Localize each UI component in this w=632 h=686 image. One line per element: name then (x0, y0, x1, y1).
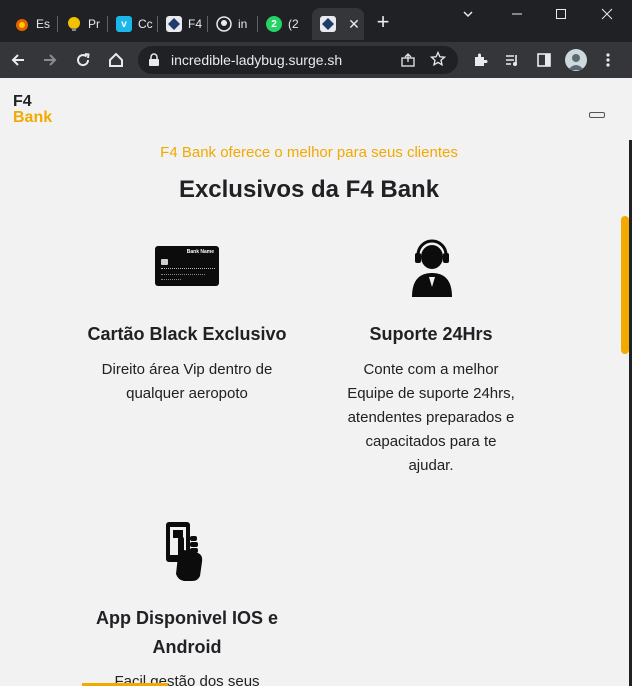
tab-whatsapp[interactable]: 2 (2 (258, 8, 310, 40)
back-arrow-icon[interactable] (6, 48, 30, 72)
feature-title: App Disponivel IOS e Android (72, 604, 302, 662)
address-bar[interactable]: incredible-ladybug.surge.sh (138, 46, 458, 74)
feature-title: Cartão Black Exclusivo (87, 324, 287, 344)
credit-card-icon: Bank Name (155, 246, 219, 286)
desc-line: capacitados para te (365, 433, 497, 450)
side-panel-icon[interactable] (532, 48, 556, 72)
card-bank-name: Bank Name (186, 249, 214, 255)
desc-line: Equipe de suporte 24hrs, (347, 385, 515, 402)
reload-icon[interactable] (71, 48, 95, 72)
tab-label: Cc (138, 17, 153, 31)
title-line: Android (152, 637, 222, 657)
github-icon (216, 16, 232, 32)
site-logo[interactable]: F4 Bank (13, 94, 52, 126)
kebab-menu-icon[interactable] (596, 48, 620, 72)
close-icon[interactable]: ✕ (346, 16, 362, 32)
tab-f4[interactable]: F4 (158, 8, 208, 40)
feature-desc: Conte com a melhor Equipe de suporte 24h… (316, 358, 546, 478)
card-chip (161, 259, 168, 265)
window-close-icon[interactable] (584, 0, 630, 28)
card-holder (161, 274, 205, 276)
logo-line2: Bank (13, 109, 53, 126)
page-title: Exclusivos da F4 Bank (178, 176, 440, 203)
profile-avatar[interactable] (565, 49, 587, 71)
desc-line: ajudar. (408, 457, 454, 474)
tab-es[interactable]: Es (6, 8, 58, 40)
forward-arrow-icon[interactable] (38, 48, 62, 72)
f4-bank-icon (320, 16, 336, 32)
tab-label: in (238, 17, 248, 31)
home-icon[interactable] (104, 48, 128, 72)
share-icon[interactable] (400, 52, 416, 73)
scrollbar-thumb[interactable] (621, 216, 629, 354)
logo-line1: F4 (13, 93, 32, 110)
media-queue-icon[interactable] (500, 48, 524, 72)
tab-strip: Es Pr v Cc F4 in 2 (2 ✕ + (0, 0, 632, 42)
card-expiry (161, 279, 181, 281)
url-text: incredible-ladybug.surge.sh (171, 52, 343, 68)
whatsapp-icon: 2 (266, 16, 282, 32)
browser-toolbar: incredible-ladybug.surge.sh (0, 42, 632, 78)
feature-desc: Direito área Vip dentro de qualquer aero… (72, 358, 302, 406)
card-number (161, 268, 215, 270)
lock-icon (148, 53, 160, 72)
headset-support-icon (410, 233, 454, 304)
bookmark-star-icon[interactable] (429, 50, 447, 72)
feature-title: Suporte 24Hrs (369, 324, 493, 344)
desc-line: atendentes preparados e (347, 409, 515, 426)
desc-line: Direito área Vip dentro de (101, 361, 273, 378)
extensions-puzzle-icon[interactable] (468, 48, 492, 72)
tagline: F4 Bank oferece o melhor para seus clien… (160, 144, 458, 161)
vimeo-icon: v (116, 16, 132, 32)
tab-label: Pr (88, 17, 100, 31)
tab-label: F4 (188, 17, 203, 31)
hamburger-menu-button[interactable] (589, 112, 605, 118)
page-viewport: F4 Bank F4 Bank oferece o melhor para se… (0, 78, 632, 686)
minimize-icon[interactable] (494, 0, 540, 28)
title-line: App Disponivel IOS e (95, 608, 279, 628)
desc-line: qualquer aeropoto (126, 385, 248, 402)
tab-active[interactable]: ✕ (312, 8, 364, 40)
chevron-down-icon[interactable] (445, 0, 491, 28)
tab-label: (2 (288, 17, 299, 31)
tab-github[interactable]: in (208, 8, 258, 40)
desc-line: Conte com a melhor (363, 361, 499, 378)
tab-cc[interactable]: v Cc (108, 8, 158, 40)
firefox-icon (14, 16, 30, 32)
f4-bank-icon (166, 16, 182, 32)
phone-hand-icon (164, 520, 204, 587)
new-tab-button[interactable]: + (372, 11, 394, 34)
maximize-icon[interactable] (538, 0, 584, 28)
tab-label: Es (36, 17, 51, 31)
bulb-icon (66, 16, 82, 32)
tab-pr[interactable]: Pr (58, 8, 108, 40)
